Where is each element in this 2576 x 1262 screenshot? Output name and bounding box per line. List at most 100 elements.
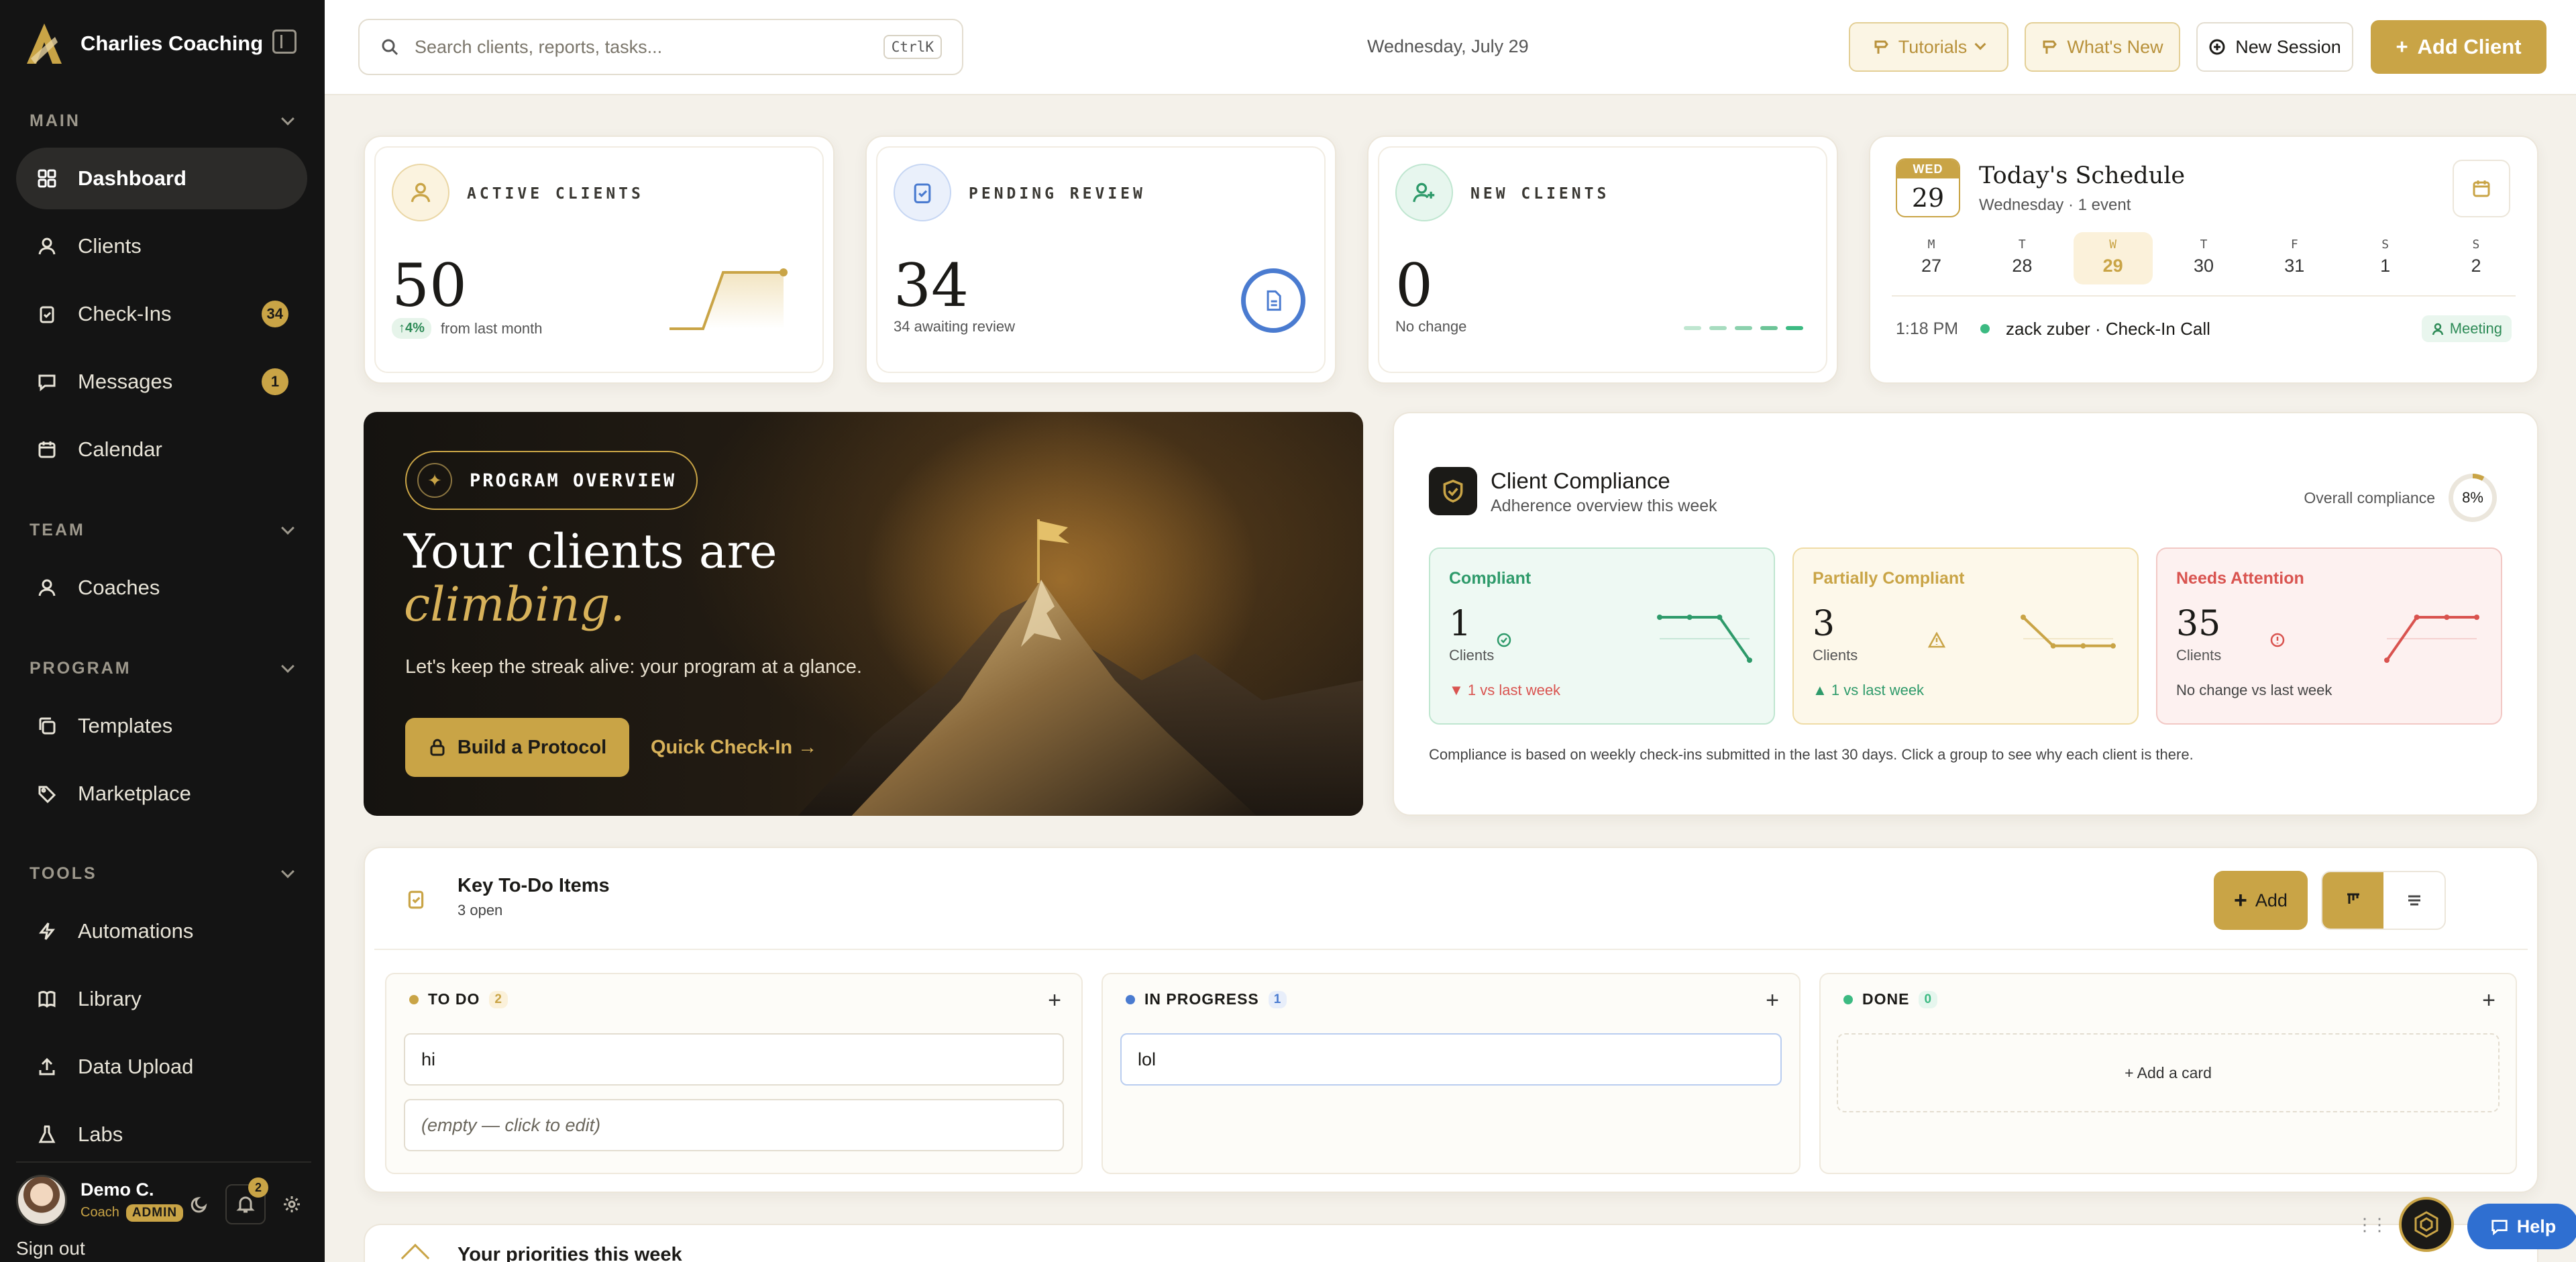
todays-schedule-card: WED 29 Today's Schedule Wednesday · 1 ev…: [1869, 136, 2538, 384]
add-card-placeholder[interactable]: + Add a card: [1837, 1033, 2500, 1112]
notifications-button[interactable]: 2: [225, 1177, 268, 1224]
chevron-down-icon: [281, 521, 294, 535]
add-card-plus-icon[interactable]: +: [1048, 988, 1061, 1014]
drag-handle-icon[interactable]: ⋮⋮: [2356, 1214, 2388, 1235]
users-icon: [392, 164, 449, 221]
week-day-today[interactable]: W 29: [2073, 232, 2153, 284]
build-protocol-button[interactable]: Build a Protocol: [405, 718, 629, 777]
tutorials-button[interactable]: Tutorials: [1849, 22, 2008, 72]
divider: [374, 949, 2528, 950]
chevron-down-icon: [281, 864, 294, 878]
user-icon: [2432, 323, 2443, 335]
todo-card[interactable]: lol: [1120, 1033, 1782, 1086]
upload-icon: [36, 1056, 58, 1077]
user-profile[interactable]: Demo C. Coach ADMIN 2: [16, 1161, 311, 1228]
compliance-title: Client Compliance: [1491, 468, 1670, 493]
sidebar-item-labs[interactable]: Labs: [16, 1104, 307, 1165]
kanban-icon: [2347, 893, 2359, 904]
weekday-letter: F: [2290, 238, 2298, 252]
moon-icon[interactable]: [191, 1195, 209, 1214]
new-session-button[interactable]: New Session: [2196, 22, 2353, 72]
week-day[interactable]: M 27: [1892, 232, 1971, 284]
brand[interactable]: Charlies Coaching: [25, 20, 263, 67]
search-input[interactable]: Search clients, reports, tasks...: [415, 37, 662, 58]
quick-check-in-link[interactable]: Quick Check-In →: [651, 737, 817, 759]
weekday-number: 1: [2380, 256, 2391, 276]
group-unit: Clients: [1813, 647, 1858, 664]
section-main[interactable]: MAIN: [30, 111, 294, 131]
week-day[interactable]: F 31: [2255, 232, 2334, 284]
sidebar-item-dashboard[interactable]: Dashboard: [16, 148, 307, 209]
sidebar-item-label: Messages: [78, 370, 173, 393]
alert-circle-icon: [2270, 633, 2284, 647]
chat-icon: [36, 371, 58, 392]
help-button[interactable]: Help: [2467, 1204, 2576, 1249]
sign-out-link[interactable]: Sign out: [16, 1238, 85, 1259]
section-program[interactable]: PROGRAM: [30, 659, 294, 678]
stat-card-new-clients[interactable]: NEW CLIENTS 0 No change: [1367, 136, 1838, 384]
group-delta: ▲ 1 vs last week: [1813, 682, 1925, 698]
sidebar-item-templates[interactable]: Templates: [16, 695, 307, 757]
sidebar-item-calendar[interactable]: Calendar: [16, 419, 307, 480]
sparkline-point: [2414, 615, 2420, 620]
weekday-letter: T: [2200, 238, 2208, 252]
stat-card-pending-review[interactable]: PENDING REVIEW 34 34 awaiting review: [865, 136, 1336, 384]
sparkline-point: [2110, 643, 2116, 649]
add-client-button[interactable]: + Add Client: [2371, 20, 2546, 74]
sidebar-item-clients[interactable]: Clients: [16, 215, 307, 277]
compliance-subtitle: Adherence overview this week: [1491, 496, 1717, 515]
section-team[interactable]: TEAM: [30, 521, 294, 540]
week-day[interactable]: T 28: [1982, 232, 2061, 284]
section-label: MAIN: [30, 111, 80, 130]
todo-card[interactable]: hi: [404, 1033, 1064, 1086]
add-card-plus-icon[interactable]: +: [2482, 988, 2496, 1014]
whats-new-button[interactable]: What's New: [2025, 22, 2180, 72]
sidebar-item-coaches[interactable]: Coaches: [16, 557, 307, 619]
compliance-group-compliant[interactable]: Compliant 1 Clients ▼ 1 vs last week: [1429, 547, 1775, 725]
list-view-button[interactable]: [2383, 872, 2445, 929]
sidebar-item-check-ins[interactable]: Check-Ins 34: [16, 283, 307, 345]
schedule-event[interactable]: 1:18 PM zack zuber · Check-In Call Meeti…: [1896, 307, 2512, 350]
sidebar-item-messages[interactable]: Messages 1: [16, 351, 307, 413]
group-value: 1: [1449, 604, 1472, 644]
search-bar[interactable]: Search clients, reports, tasks... CtrlK: [358, 19, 963, 75]
compliance-group-partial[interactable]: Partially Compliant 3 Clients ▲ 1 vs las…: [1792, 547, 2139, 725]
section-tools[interactable]: TOOLS: [30, 864, 294, 884]
sidebar-item-automations[interactable]: Automations: [16, 900, 307, 962]
column-in-progress: IN PROGRESS 1 + lol: [1102, 973, 1801, 1174]
sidebar-item-marketplace[interactable]: Marketplace: [16, 763, 307, 825]
sparkline-point: [2444, 615, 2450, 620]
sidebar: Charlies Coaching MAIN Dashboard Clients…: [0, 0, 325, 1262]
add-todo-button[interactable]: + Add: [2214, 871, 2308, 930]
assistant-logo-button[interactable]: [2399, 1197, 2454, 1252]
bell-icon: [236, 1196, 255, 1213]
lightning-icon: [36, 921, 58, 942]
gear-icon[interactable]: [282, 1194, 302, 1214]
week-day[interactable]: S2: [2436, 232, 2516, 284]
sidebar-item-library[interactable]: Library: [16, 968, 307, 1030]
column-header: IN PROGRESS 1: [1126, 990, 1287, 1008]
todo-title: Key To-Do Items: [458, 875, 610, 896]
user-role: Coach: [80, 1205, 119, 1220]
plus-icon: +: [2396, 35, 2408, 58]
shield-icon: [1429, 467, 1477, 515]
sidebar-collapse-icon[interactable]: [272, 30, 297, 54]
program-overview-hero: ✦ PROGRAM OVERVIEW Your clients are clim…: [364, 412, 1363, 816]
compliance-group-needs-attention[interactable]: Needs Attention 35 Clients No change vs …: [2156, 547, 2502, 725]
sidebar-item-label: Automations: [78, 919, 194, 943]
overall-compliance-value: 8%: [2453, 478, 2492, 517]
user-role-row: Coach ADMIN: [80, 1204, 184, 1222]
group-name: Compliant: [1449, 569, 1532, 588]
week-day[interactable]: T 30: [2164, 232, 2243, 284]
todo-card-empty[interactable]: (empty — click to edit): [404, 1099, 1064, 1151]
clipboard-check-icon: [408, 890, 424, 909]
week-day[interactable]: S1: [2346, 232, 2425, 284]
check-circle-icon: [1497, 633, 1511, 647]
users-icon: [36, 235, 58, 257]
board-view-button[interactable]: [2322, 872, 2383, 929]
sidebar-item-data-upload[interactable]: Data Upload: [16, 1036, 307, 1098]
avatar[interactable]: [16, 1175, 67, 1226]
stat-card-active-clients[interactable]: ACTIVE CLIENTS 50 ↑4% from last month: [364, 136, 835, 384]
add-card-plus-icon[interactable]: +: [1766, 988, 1779, 1014]
open-calendar-button[interactable]: [2453, 160, 2510, 217]
